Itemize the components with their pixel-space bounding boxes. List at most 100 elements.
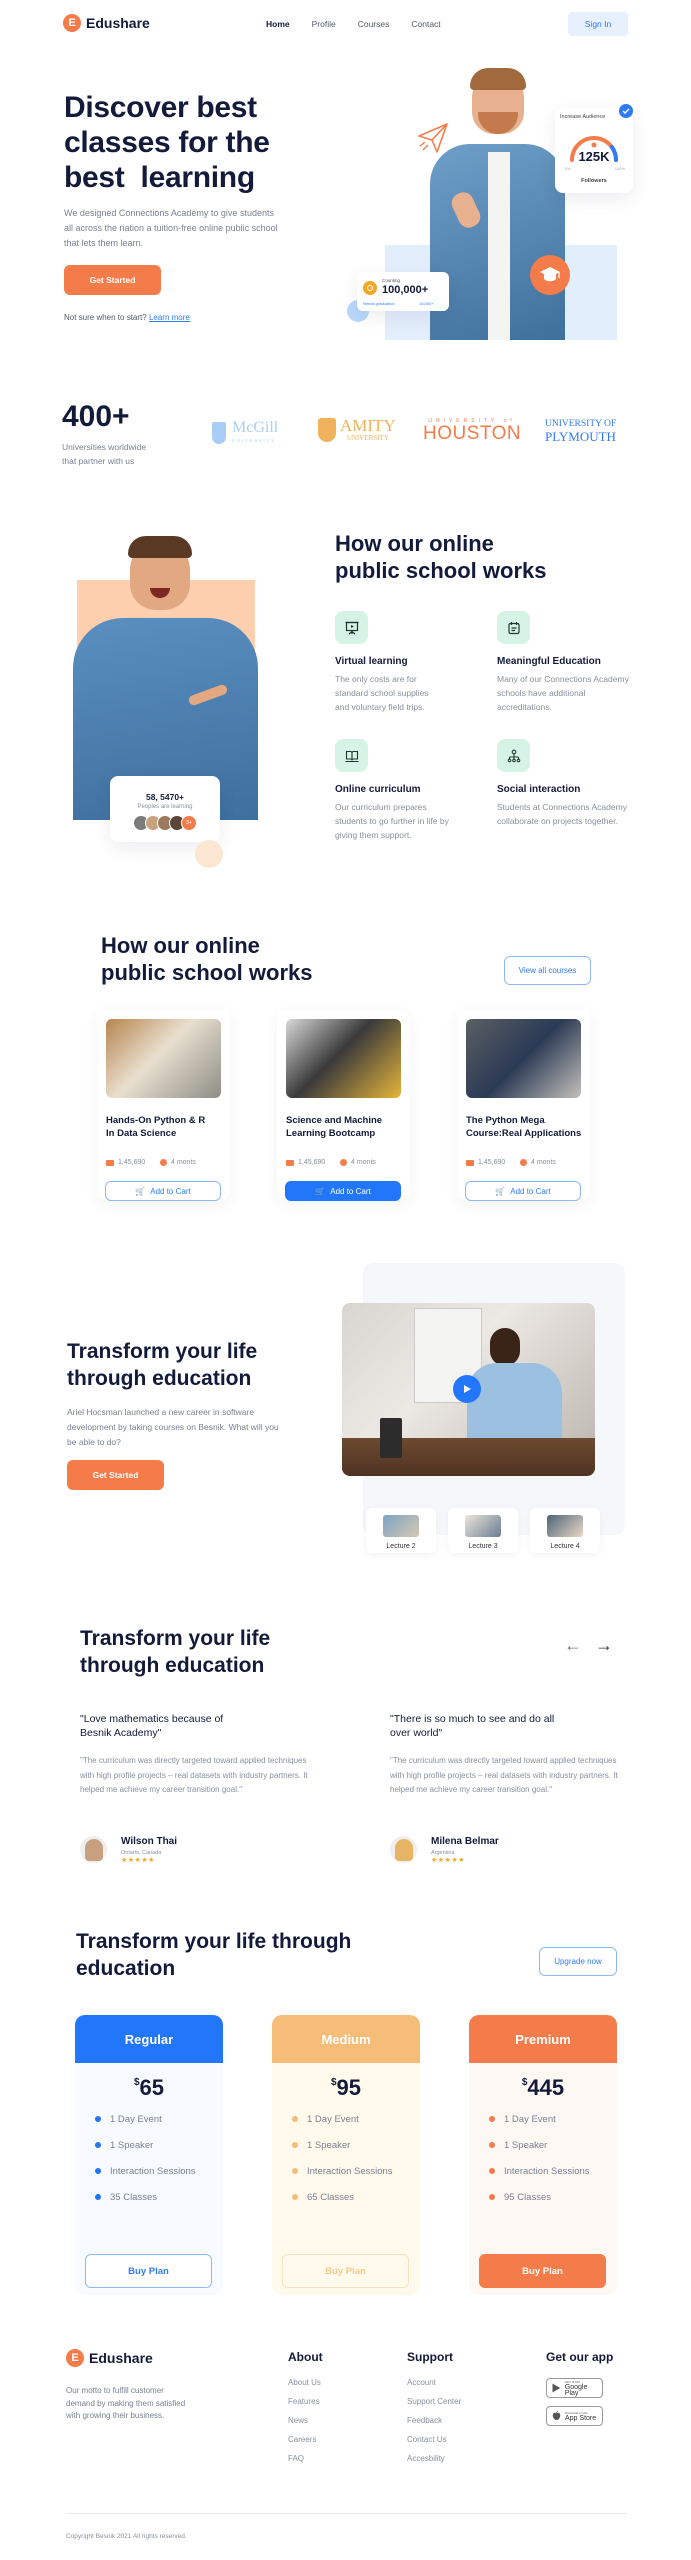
hero-get-started-button[interactable]: Get Started [64,265,161,295]
play-button[interactable] [453,1375,481,1403]
buy-plan-button[interactable]: Buy Plan [85,2254,212,2288]
plan-feature-text: 65 Classes [307,2191,354,2203]
partners-caption-line: Universities worldwide [62,442,147,452]
plan-card-medium: Medium $95 1 Day Event 1 Speaker Interaction… [272,2015,420,2295]
footer-divider [66,2513,627,2514]
decor-circle [195,840,223,868]
video-get-started-button[interactable]: Get Started [67,1460,164,1490]
hero-help-text: Not sure when to start? [64,313,147,322]
rating-stars: ★★★★★ [431,1857,465,1864]
more-learners-badge: 3+ [181,815,197,831]
mcgill-shield-icon [212,422,226,444]
audience-value: 125K [578,149,610,164]
footer-link[interactable]: Support Center [407,2397,461,2406]
cart-icon: 🛒 [315,1186,326,1196]
prev-arrow-icon[interactable]: ← [564,1635,582,1656]
nav-profile[interactable]: Profile [312,19,336,29]
footer-link[interactable]: About Us [288,2378,323,2387]
courses-title: How our online public school works [101,932,312,986]
main-nav: Home Profile Courses Contact [266,19,441,29]
feature-desc: Our curriculum prepares students to go f… [335,802,449,840]
footer-about: About About Us Features News Careers FAQ [288,2350,323,2473]
quote-line: "There is so much to see and do all [390,1713,555,1725]
footer-link[interactable]: Account [407,2378,461,2387]
plan-name: Regular [75,2015,223,2063]
lecture-item[interactable]: Lecture 2 [366,1508,436,1553]
hero-description: We designed Connections Academy to give … [64,208,278,248]
bullet-icon [292,2142,298,2148]
gauge-max-label: 100% [614,166,625,171]
nav-courses[interactable]: Courses [358,19,390,29]
add-to-cart-button[interactable]: 🛒 Add to Cart [105,1181,221,1201]
counting-sub-right: 15,000+ [419,301,434,306]
google-play-button[interactable]: GET IT ON Google Play [546,2378,603,2398]
lecture-item[interactable]: Lecture 4 [530,1508,600,1553]
add-to-cart-button[interactable]: 🛒 Add to Cart [285,1181,401,1201]
nav-home[interactable]: Home [266,19,290,29]
bullet-icon [489,2168,495,2174]
lecture-item[interactable]: Lecture 3 [448,1508,518,1553]
buy-plan-button[interactable]: Buy Plan [282,2254,409,2288]
course-students: 1,45,690 [466,1159,505,1166]
feature-title: Social interaction [497,784,581,795]
bullet-icon [292,2194,298,2200]
footer-link[interactable]: Contact Us [407,2435,461,2444]
footer-app: Get our app GET IT ON Google Play Downlo… [546,2350,613,2426]
app-store-button[interactable]: Download on the App Store [546,2406,603,2426]
footer-brand-logo[interactable]: E Edushare [66,2349,153,2367]
course-title-line: In Data Science [106,1128,177,1139]
medal-icon [363,281,377,295]
nav-contact[interactable]: Contact [411,19,440,29]
course-title-line: Course:Real Applications [466,1128,582,1139]
course-card[interactable]: The Python Mega Course:Real Applications 1… [457,1010,590,1201]
learner-avatars: 3+ [110,815,220,831]
play-icon [464,1385,471,1393]
feature-desc: Many of our Connections Academy schools … [497,674,629,712]
footer-link[interactable]: Accesbility [407,2454,461,2463]
bullet-icon [95,2194,101,2200]
currency-symbol: $ [330,2077,337,2088]
footer-link[interactable]: Feedback [407,2416,461,2425]
add-to-cart-button[interactable]: 🛒 Add to Cart [465,1181,581,1201]
video-section-description: Ariel Hocsman launched a new career in s… [67,1407,279,1447]
feature-meaningful-education: Meaningful Education Many of our Connect… [497,611,629,714]
buy-plan-button[interactable]: Buy Plan [479,2254,606,2288]
footer-link[interactable]: News [288,2416,323,2425]
brand-name: Edushare [86,15,150,31]
title-line: public school works [101,960,313,985]
plan-feature: 95 Classes [489,2184,617,2210]
course-card[interactable]: Science and Machine Learning Bootcamp 1,45… [277,1010,410,1201]
testimonial-card: "Love mathematics because of Besnik Acade… [80,1712,310,1864]
logo-plymouth-name: PLYMOUTH [545,429,616,444]
bullet-icon [292,2168,298,2174]
brand-logo[interactable]: E Edushare [63,14,150,32]
feature-title: Meaningful Education [497,656,601,667]
footer-link[interactable]: FAQ [288,2454,323,2463]
students-count: 1,45,690 [478,1159,506,1166]
title-line: public school works [335,558,547,583]
view-all-courses-button[interactable]: View all courses [504,956,591,985]
gauge-min-label: 0% [565,166,571,171]
footer-support-links: Account Support Center Feedback Contact Us A… [407,2378,461,2463]
footer-link[interactable]: Features [288,2397,323,2406]
counting-sub-left: Needs graduation [363,301,395,306]
learn-more-link[interactable]: Learn more [149,313,190,322]
plan-feature: 1 Speaker [489,2132,617,2158]
sign-in-button[interactable]: Sign In [568,12,628,36]
cart-icon: 🛒 [495,1186,506,1196]
lecture-label: Lecture 2 [386,1543,416,1550]
video-player[interactable] [342,1303,595,1476]
plan-feature-text: 1 Speaker [110,2139,154,2151]
logo-mcgill-name: McGill [232,419,279,436]
course-thumbnail [286,1019,401,1098]
course-card[interactable]: Hands-On Python & R In Data Science 1,45,6… [97,1010,230,1201]
next-arrow-icon[interactable]: → [595,1635,613,1656]
upgrade-now-button[interactable]: Upgrade now [539,1947,617,1976]
rating-stars: ★★★★★ [121,1857,155,1864]
plan-feature: 1 Day Event [292,2106,420,2132]
footer-motto: Our motto to fulfill customer demand by … [66,2386,186,2420]
testimonials-title: Transform your life through education [80,1625,270,1679]
hero-title-line: Discover best [64,91,257,124]
footer-link[interactable]: Careers [288,2435,323,2444]
testimonial-card: "There is so much to see and do all over … [390,1712,620,1864]
